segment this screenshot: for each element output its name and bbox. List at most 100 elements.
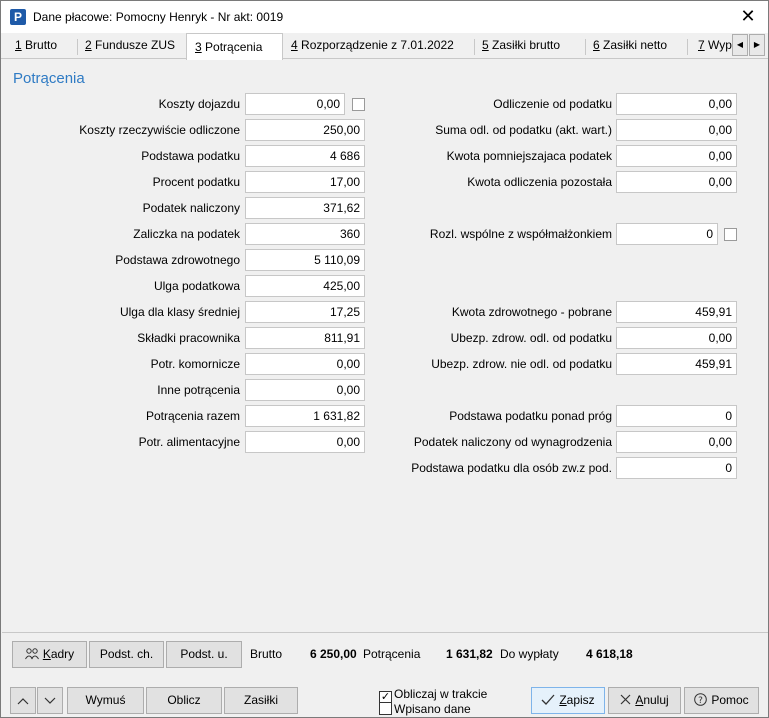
skladki-pracownika-field[interactable]: 811,91: [245, 327, 365, 349]
tab-hotkey: 3: [195, 40, 202, 54]
potracenia-razem-field[interactable]: 1 631,82: [245, 405, 365, 427]
obliczaj-w-trakcie-checkbox[interactable]: ✓ Obliczaj w trakcie: [379, 687, 488, 704]
skladki-pracownika-label: Składki pracownika: [137, 331, 240, 345]
potracenia-razem-label: Potrącenia razem: [145, 409, 240, 423]
tab-potracenia[interactable]: 3 Potrącenia: [186, 33, 283, 60]
chevron-down-icon: [44, 697, 56, 705]
tab-separator: [687, 39, 688, 55]
tab-hotkey: 4: [291, 38, 298, 52]
odliczenie-od-podatku-label: Odliczenie od podatku: [493, 97, 612, 111]
potr-alimentacyjne-field[interactable]: 0,00: [245, 431, 365, 453]
kwota-zdrowotnego-pobrane-field[interactable]: 459,91: [616, 301, 737, 323]
tab-separator: [474, 39, 475, 55]
zasilki-button[interactable]: Zasiłki: [224, 687, 298, 714]
potracenia-value: 1 631,82: [446, 647, 493, 661]
tab-bar: 1 Brutto 2 Fundusze ZUS 3 Potrącenia 4 R…: [1, 33, 768, 60]
section-title: Potrącenia: [13, 70, 85, 87]
pomoc-label: Pomoc: [711, 693, 749, 707]
kadry-button[interactable]: Kadry: [12, 641, 87, 668]
podstawa-zdrowotnego-label: Podstawa zdrowotnego: [115, 253, 240, 267]
zapisz-button[interactable]: Zapisz: [531, 687, 605, 714]
anuluj-button[interactable]: Anuluj: [608, 687, 681, 714]
suma-odl-od-podatku-akt-wart-field[interactable]: 0,00: [616, 119, 737, 141]
odliczenie-od-podatku-field[interactable]: 0,00: [616, 93, 737, 115]
tab-zasilki-netto[interactable]: 6 Zasiłki netto: [589, 35, 685, 58]
koszty-dojazdu-label: Koszty dojazdu: [158, 97, 240, 111]
kwota-odliczenia-pozostala-field[interactable]: 0,00: [616, 171, 737, 193]
potr-komornicze-label: Potr. komornicze: [150, 357, 240, 371]
koszty-rzeczywiscie-odliczone-field[interactable]: 250,00: [245, 119, 365, 141]
oblicz-button[interactable]: Oblicz: [146, 687, 222, 714]
next-record-button[interactable]: [37, 687, 63, 714]
checkbox-box: [379, 702, 392, 715]
podstawa-zdrowotnego-field[interactable]: 5 110,09: [245, 249, 365, 271]
checkmark-icon: [541, 694, 555, 705]
chevron-left-icon: ◀: [736, 40, 744, 49]
tab-label: Zasiłki brutto: [488, 38, 561, 52]
ubezp-zdrow-nie-odl-od-podatku-field[interactable]: 459,91: [616, 353, 737, 375]
ubezp-zdrow-odl-od-podatku-field[interactable]: 0,00: [616, 327, 737, 349]
kwota-zdrowotnego-pobrane-label: Kwota zdrowotnego - pobrane: [451, 305, 612, 319]
suma-odl-od-podatku-akt-wart-label: Suma odl. od podatku (akt. wart.): [435, 123, 612, 137]
podstawa-podatku-dla-osob-zw-z-pod-field[interactable]: 0: [616, 457, 737, 479]
svg-text:?: ?: [698, 696, 703, 706]
tab-hotkey: 1: [15, 38, 22, 52]
rozl-wspolne-z-wspolmalzonkiem-field[interactable]: 0: [616, 223, 718, 245]
podst-u-button[interactable]: Podst. u.: [166, 641, 242, 668]
inne-potracenia-field[interactable]: 0,00: [245, 379, 365, 401]
podst-ch-button[interactable]: Podst. ch.: [89, 641, 164, 668]
do-wyplaty-value: 4 618,18: [586, 647, 633, 661]
ulga-podatkowa-label: Ulga podatkowa: [153, 279, 240, 293]
koszty-dojazdu-checkbox[interactable]: [352, 98, 365, 111]
zapisz-hotkey: Z: [559, 693, 567, 707]
tab-separator: [585, 39, 586, 55]
zaliczka-na-podatek-label: Zaliczka na podatek: [133, 227, 240, 241]
tab-label: Brutto: [21, 38, 58, 52]
podatek-naliczony-od-wynagrodzenia-field[interactable]: 0,00: [616, 431, 737, 453]
wpisano-dane-checkbox[interactable]: Wpisano dane: [379, 702, 471, 716]
tab-hotkey: 6: [593, 38, 600, 52]
ubezp-zdrow-nie-odl-od-podatku-label: Ubezp. zdrow. nie odl. od podatku: [431, 357, 612, 371]
procent-podatku-label: Procent podatku: [152, 175, 240, 189]
tab-brutto[interactable]: 1 Brutto: [11, 35, 75, 58]
tab-scroll-left-button[interactable]: ◀: [732, 34, 748, 56]
close-button[interactable]: ✕: [734, 5, 762, 29]
tab-content-potracenia: Potrącenia Koszty dojazdu 0,00 Koszty rzec…: [2, 59, 768, 632]
rozl-wspolne-checkbox[interactable]: [724, 228, 737, 241]
potracenia-label: Potrącenia: [363, 647, 421, 661]
tab-label: Wyp: [704, 38, 732, 52]
tab-rozporzadzenie[interactable]: 4 Rozporządzenie z 7.01.2022: [287, 35, 473, 58]
brutto-label: Brutto: [250, 647, 283, 661]
tab-zasilki-brutto[interactable]: 5 Zasiłki brutto: [478, 35, 584, 58]
potr-komornicze-field[interactable]: 0,00: [245, 353, 365, 375]
podstawa-podatku-ponad-prog-field[interactable]: 0: [616, 405, 737, 427]
podstawa-podatku-dla-osob-zw-z-pod-label: Podstawa podatku dla osób zw.z pod.: [411, 461, 612, 475]
kwota-pomniejszajaca-podatek-label: Kwota pomniejszajaca podatek: [446, 149, 612, 163]
kwota-pomniejszajaca-podatek-field[interactable]: 0,00: [616, 145, 737, 167]
previous-record-button[interactable]: [10, 687, 36, 714]
zaliczka-na-podatek-field[interactable]: 360: [245, 223, 365, 245]
obliczaj-w-trakcie-label: Obliczaj w trakcie: [394, 687, 488, 701]
tab-separator: [77, 39, 78, 55]
brutto-value: 6 250,00: [310, 647, 357, 661]
podatek-naliczony-label: Podatek naliczony: [142, 201, 240, 215]
koszty-dojazdu-field[interactable]: 0,00: [245, 93, 345, 115]
tab-label: Potrącenia: [201, 40, 263, 54]
podstawa-podatku-field[interactable]: 4 686: [245, 145, 365, 167]
tab-wyplaty[interactable]: 7 Wyp: [694, 35, 732, 58]
wymus-button[interactable]: Wymuś: [67, 687, 144, 714]
chevron-up-icon: [17, 697, 29, 705]
inne-potracenia-label: Inne potrącenia: [157, 383, 240, 397]
kadry-label: adry: [50, 647, 75, 661]
tab-scroll-right-button[interactable]: ▶: [749, 34, 765, 56]
podatek-naliczony-field[interactable]: 371,62: [245, 197, 365, 219]
podatek-naliczony-od-wynagrodzenia-label: Podatek naliczony od wynagrodzenia: [413, 435, 612, 449]
ulga-podatkowa-field[interactable]: 425,00: [245, 275, 365, 297]
procent-podatku-field[interactable]: 17,00: [245, 171, 365, 193]
tab-fundusze-zus[interactable]: 2 Fundusze ZUS: [81, 35, 185, 58]
close-icon: ✕: [740, 6, 756, 26]
potr-alimentacyjne-label: Potr. alimentacyjne: [138, 435, 240, 449]
wpisano-dane-label: Wpisano dane: [394, 702, 471, 716]
ulga-dla-klasy-sredniej-field[interactable]: 17,25: [245, 301, 365, 323]
pomoc-button[interactable]: ? Pomoc: [684, 687, 759, 714]
